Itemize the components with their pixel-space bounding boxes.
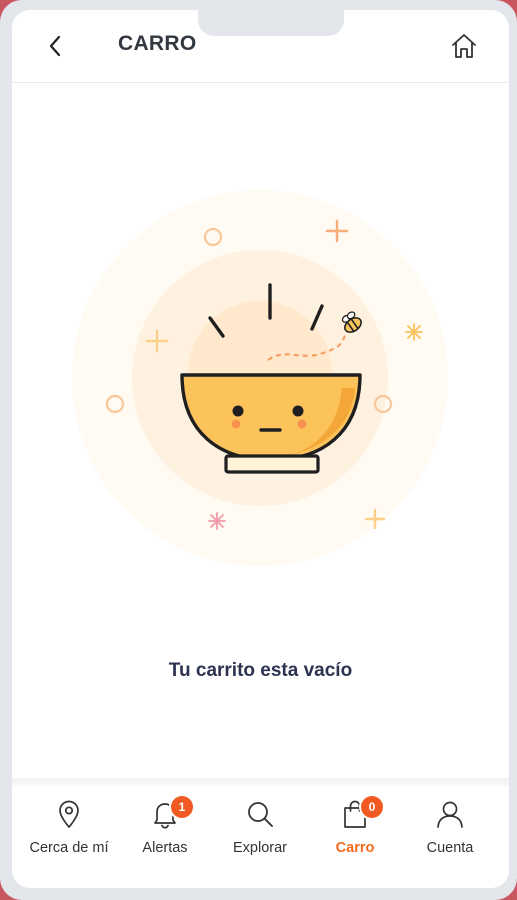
- empty-cart-message: Tu carrito esta vacío: [168, 660, 353, 681]
- location-pin-icon: [59, 800, 79, 828]
- app-screen: CARRO Tu carrito esta vacío Cerca de mí …: [12, 10, 509, 888]
- bowl-cheek: [297, 419, 307, 429]
- nav-divider: [12, 778, 509, 786]
- bowl-eye: [232, 405, 244, 417]
- nav-label: Carro: [335, 840, 375, 856]
- star-sparkle: [208, 512, 226, 530]
- home-icon: [452, 34, 476, 58]
- home-button[interactable]: [448, 30, 480, 62]
- search-icon: [248, 802, 273, 827]
- nav-item-cerca-de-mi[interactable]: Cerca de mí: [21, 786, 117, 888]
- back-button[interactable]: [40, 30, 72, 62]
- nav-label: Alertas: [142, 840, 188, 856]
- cart-badge: 0: [361, 796, 383, 818]
- nav-item-alertas[interactable]: 1 Alertas: [117, 786, 213, 888]
- nav-label: Explorar: [233, 840, 287, 856]
- bowl-base: [224, 454, 320, 474]
- nav-item-cuenta[interactable]: Cuenta: [402, 786, 498, 888]
- nav-label: Cuenta: [426, 840, 474, 856]
- bottom-navigation: Cerca de mí 1 Alertas Explorar 0 Carro C…: [12, 786, 509, 888]
- device-notch: [198, 10, 344, 36]
- bowl-eye: [292, 405, 304, 417]
- page-title: CARRO: [118, 32, 197, 55]
- user-icon: [437, 801, 463, 828]
- nav-item-carro[interactable]: 0 Carro: [307, 786, 403, 888]
- device-frame: CARRO Tu carrito esta vacío Cerca de mí …: [0, 0, 517, 900]
- star-sparkle: [405, 323, 423, 341]
- chevron-left-icon: [49, 35, 61, 57]
- empty-cart-illustration: [72, 190, 448, 566]
- nav-label: Cerca de mí: [29, 840, 109, 856]
- alerts-badge: 1: [171, 796, 193, 818]
- nav-item-explorar[interactable]: Explorar: [212, 786, 308, 888]
- bowl-cheek: [231, 419, 241, 429]
